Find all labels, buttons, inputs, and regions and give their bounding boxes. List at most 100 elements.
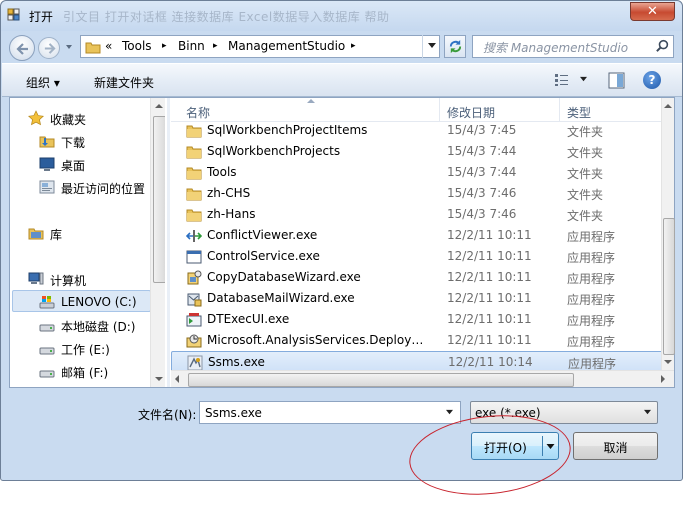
file-row-name: DatabaseMailWizard.exe (207, 291, 355, 305)
scroll-down-icon[interactable] (155, 377, 163, 381)
nav-item-label: 最近访问的位置 (61, 182, 146, 196)
breadcrumb-tools[interactable]: Tools (122, 39, 152, 53)
file-row[interactable]: Microsoft.AnalysisServices.Deployme... 12… (171, 330, 661, 351)
file-row[interactable]: CopyDatabaseWizard.exe 12/2/11 10:11 应用程序 (171, 267, 661, 288)
file-row-date: 15/4/3 7:44 (447, 165, 517, 179)
chevron-down-icon (446, 409, 453, 415)
breadcrumb-separator[interactable]: ▸ (162, 41, 167, 51)
drive-icon (39, 347, 55, 355)
cancel-button[interactable]: 取消 (573, 432, 658, 460)
address-bar[interactable]: « Tools ▸ Binn ▸ ManagementStudio ▸ (80, 35, 440, 58)
column-header: 名称 修改日期 类型 (171, 98, 661, 122)
column-name[interactable]: 名称 (186, 104, 210, 121)
new-folder-button[interactable]: 新建文件夹 (94, 74, 154, 91)
file-row-name: Ssms.exe (208, 355, 265, 369)
close-button[interactable]: ✕ (630, 2, 675, 21)
file-row[interactable]: zh-Hans 15/4/3 7:46 文件夹 (171, 204, 661, 225)
app-icon (7, 8, 20, 21)
breadcrumb-separator[interactable]: ▸ (351, 41, 356, 51)
folder-icon (186, 125, 202, 138)
file-row-type: 应用程序 (567, 272, 616, 286)
history-dropdown-icon[interactable] (64, 42, 74, 52)
scroll-up-icon[interactable] (664, 104, 672, 108)
file-row[interactable]: zh-CHS 15/4/3 7:46 文件夹 (171, 183, 661, 204)
folder-icon (186, 167, 202, 180)
column-divider[interactable] (559, 98, 560, 122)
preview-pane-icon[interactable] (608, 72, 625, 89)
computer-icon (28, 272, 44, 285)
column-date-modified[interactable]: 修改日期 (447, 104, 495, 121)
search-box[interactable]: 搜索 ManagementStudio (472, 35, 674, 58)
breadcrumb-separator[interactable]: ▸ (213, 41, 218, 51)
search-icon[interactable] (655, 39, 670, 54)
navigation-pane: 收藏夹 下载 桌面 最近访问的位置 库 计算机 LENOVO (C:) 本地磁盘… (10, 98, 165, 387)
nav-item-label: 桌面 (61, 159, 86, 173)
system-drive-icon (39, 296, 55, 309)
file-row-date: 12/2/11 10:14 (448, 355, 533, 369)
file-row-name: DTExecUI.exe (207, 312, 290, 326)
ssms-icon (187, 355, 203, 371)
folder-icon (186, 146, 202, 159)
nav-libraries-label: 库 (50, 228, 63, 242)
back-button[interactable] (9, 35, 35, 61)
view-dropdown-icon[interactable] (579, 76, 588, 83)
recent-places-icon (39, 180, 55, 194)
file-row[interactable]: SqlWorkbenchProjects 15/4/3 7:44 文件夹 (171, 141, 661, 162)
file-row-date: 15/4/3 7:45 (447, 123, 517, 137)
file-row-date: 12/2/11 10:11 (447, 291, 532, 305)
background-menu-text: 引文目 打开对话框 连接数据库 Excel数据导入数据库 帮助 (63, 10, 390, 24)
scroll-right-icon[interactable] (661, 375, 665, 383)
file-row[interactable]: DTExecUI.exe 12/2/11 10:11 应用程序 (171, 309, 661, 330)
cancel-button-label: 取消 (603, 441, 628, 455)
file-row[interactable]: ControlService.exe 12/2/11 10:11 应用程序 (171, 246, 661, 267)
folder-icon (85, 42, 101, 54)
file-name-input[interactable]: Ssms.exe (199, 401, 461, 424)
search-placeholder: 搜索 ManagementStudio (483, 41, 629, 55)
file-row[interactable]: DatabaseMailWizard.exe 12/2/11 10:11 应用程序 (171, 288, 661, 309)
organize-button[interactable]: 组织 ▾ (26, 74, 60, 91)
chevron-down-icon (644, 409, 651, 415)
nav-computer-label: 计算机 (50, 274, 87, 288)
address-dropdown-button[interactable] (422, 35, 440, 58)
dtexec-icon (186, 313, 202, 327)
mail-wizard-icon (187, 293, 202, 307)
browser-area: 收藏夹 下载 桌面 最近访问的位置 库 计算机 LENOVO (C:) 本地磁盘… (9, 97, 675, 388)
window-app-icon (186, 250, 202, 264)
title-bar[interactable]: 打开 引文目 打开对话框 连接数据库 Excel数据导入数据库 帮助 ✕ (1, 1, 682, 31)
nav-scroll-thumb[interactable] (153, 116, 165, 283)
view-options-icon[interactable] (554, 73, 570, 87)
horizontal-scroll-thumb[interactable] (188, 373, 574, 387)
file-list-horizontal-scrollbar[interactable] (171, 370, 674, 387)
scroll-down-icon[interactable] (664, 360, 672, 364)
file-row[interactable]: Tools 15/4/3 7:44 文件夹 (171, 162, 661, 183)
drive-icon (39, 370, 55, 378)
forward-button[interactable] (38, 37, 60, 59)
breadcrumb-binn[interactable]: Binn (178, 39, 205, 53)
file-row[interactable]: SqlWorkbenchProjectItems 15/4/3 7:45 文件夹 (171, 120, 661, 141)
file-row-date: 12/2/11 10:11 (447, 249, 532, 263)
file-row-date: 12/2/11 10:11 (447, 333, 532, 347)
address-prefix: « (105, 39, 113, 53)
file-row-type: 文件夹 (567, 209, 604, 223)
file-row-name: SqlWorkbenchProjects (207, 144, 341, 158)
folder-icon (186, 209, 202, 222)
column-divider[interactable] (439, 98, 440, 122)
file-list-vertical-scrollbar[interactable] (661, 98, 675, 370)
help-button[interactable]: ? (643, 71, 661, 89)
scroll-up-icon[interactable] (155, 104, 163, 108)
nav-pane-scrollbar[interactable] (150, 98, 165, 387)
back-arrow-icon (16, 43, 28, 55)
file-row-name: zh-Hans (207, 207, 256, 221)
file-list-scroll-thumb[interactable] (663, 218, 675, 355)
pane-splitter[interactable] (167, 98, 170, 387)
conflict-viewer-icon (186, 230, 202, 242)
file-row-date: 12/2/11 10:11 (447, 312, 532, 326)
scroll-left-icon[interactable] (175, 375, 179, 383)
breadcrumb-managementstudio[interactable]: ManagementStudio (228, 39, 345, 53)
file-row-type: 文件夹 (567, 167, 604, 181)
refresh-button[interactable] (444, 35, 466, 58)
forward-arrow-icon (44, 43, 56, 54)
file-list: 名称 修改日期 类型 SqlWorkbenchProjectItems 15/4/… (171, 98, 661, 387)
file-row[interactable]: ConflictViewer.exe 12/2/11 10:11 应用程序 (171, 225, 661, 246)
column-type[interactable]: 类型 (567, 104, 591, 121)
